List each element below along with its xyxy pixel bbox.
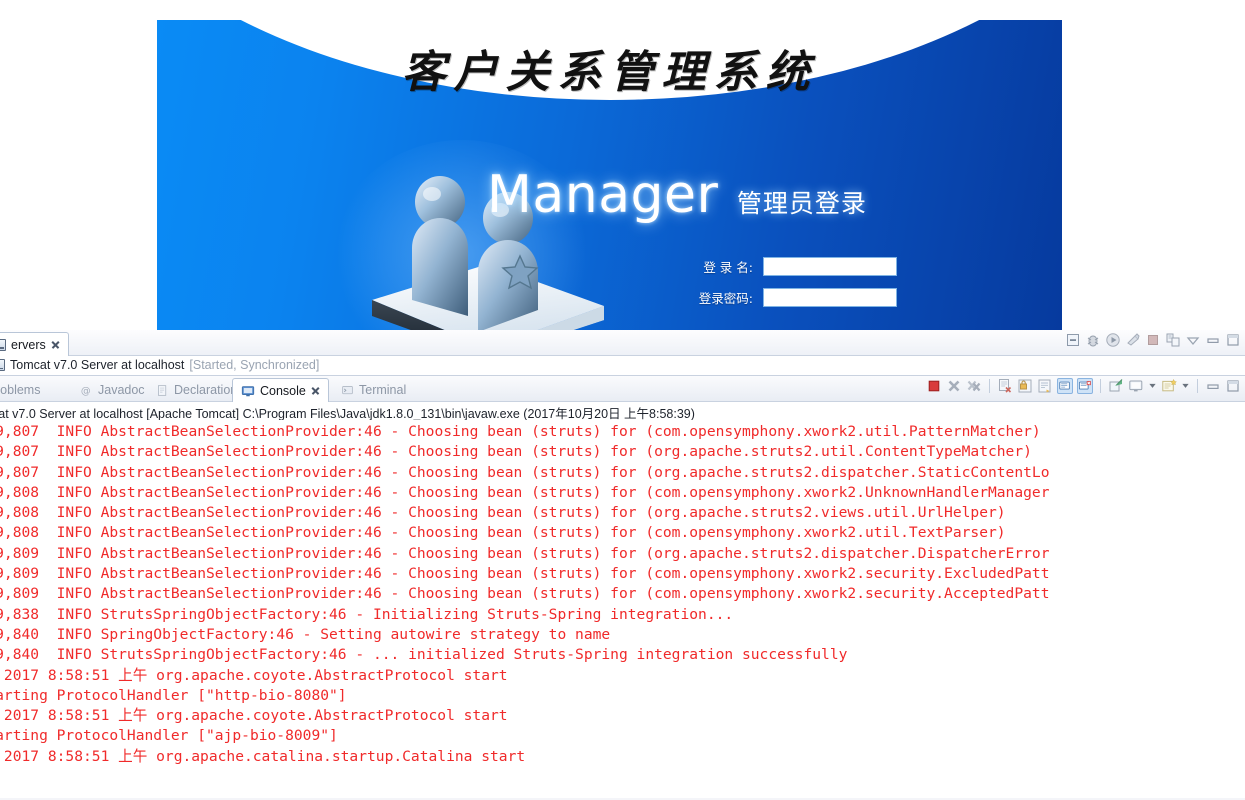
password-row: 登录密码: [677,288,897,307]
show-console-on-error-icon[interactable] [1077,378,1093,394]
brand-word: Manager [487,165,719,225]
console-launch-header: cat v7.0 Server at localhost [Apache Tom… [0,402,1245,420]
close-icon[interactable] [311,386,320,395]
brand-subtitle: 管理员登录 [736,189,867,218]
console-line: 58:49,840 INFO StrutsSpringObjectFactory… [0,646,848,664]
console-line: 58:49,809 INFO AbstractBeanSelectionProv… [0,565,1050,583]
svg-text:@: @ [81,385,91,396]
start-icon[interactable] [1105,332,1121,348]
password-label: 登录密码: [698,291,753,306]
scroll-lock-icon[interactable] [1017,378,1033,394]
page-title: 客户关系管理系统 [401,47,818,98]
console-line: 58:49,807 INFO AbstractBeanSelectionProv… [0,463,1050,481]
login-panel: 客户关系管理系统 Manager 管理员登录 登 录 名: 登录密码: [157,20,1062,330]
web-page-region: 客户关系管理系统 Manager 管理员登录 登 录 名: 登录密码: [0,0,1245,330]
console-line: 58:49,807 INFO AbstractBeanSelectionProv… [0,423,1041,440]
brand-block: Manager 管理员登录 [487,165,1062,225]
open-console-icon[interactable] [1161,378,1177,394]
maximize-icon[interactable] [1225,332,1241,348]
servers-icon [0,338,6,351]
clear-console-icon[interactable] [997,378,1013,394]
server-node-icon [0,359,5,371]
console-line: 58:49,807 INFO AbstractBeanSelectionProv… [0,443,1032,461]
console-toolbar [926,378,1241,394]
tab-terminal[interactable]: Terminal [333,378,414,402]
remove-launch-icon[interactable] [946,378,962,394]
tab-declaration[interactable]: Declaration [148,378,245,402]
tab-problems[interactable]: roblems [0,378,48,402]
collapse-all-icon[interactable] [1065,332,1081,348]
eclipse-ide: ervers Tomcat v7.0 Server at localhost [… [0,330,1245,800]
tab-console-label: Console [260,383,306,398]
server-tree-row[interactable]: Tomcat v7.0 Server at localhost [Started… [0,358,319,372]
toolbar-separator-3 [1197,379,1198,393]
tab-declaration-label: Declaration [174,383,238,397]
console-line: 58:49,808 INFO AbstractBeanSelectionProv… [0,524,1006,542]
pin-console-icon[interactable] [1108,378,1124,394]
display-selected-console-icon[interactable] [1128,378,1144,394]
console-line: : Starting ProtocolHandler ["http-bio-80… [0,686,347,704]
username-input[interactable] [763,257,897,276]
console-line: 58:49,809 INFO AbstractBeanSelectionProv… [0,544,1050,562]
declaration-icon [156,384,169,397]
tab-console[interactable]: Console [232,378,329,402]
show-console-on-output-icon[interactable] [1057,378,1073,394]
console-icon [241,384,255,398]
console-line: |20, 2017 8:58:51 上午 org.apache.catalina… [0,747,526,765]
close-icon[interactable] [51,340,60,349]
server-name: Tomcat v7.0 Server at localhost [10,358,185,372]
open-console-dropdown-icon[interactable] [1181,378,1190,394]
view-menu-icon[interactable] [1185,332,1201,348]
profile-icon[interactable] [1125,332,1141,348]
tab-problems-label: roblems [0,383,41,397]
console-tabrow: roblems @ Javadoc Declaration Console Te… [0,376,1245,402]
terminal-icon [341,384,354,397]
servers-tree[interactable]: Tomcat v7.0 Server at localhost [Started… [0,356,1245,376]
servers-toolbar [1065,332,1241,348]
stop-icon[interactable] [1145,332,1161,348]
debug-icon[interactable] [1085,332,1101,348]
tab-terminal-label: Terminal [359,383,407,397]
toolbar-separator [989,379,990,393]
tab-servers[interactable]: ervers [0,332,69,356]
minimize-icon[interactable] [1205,332,1221,348]
console-line: 58:49,838 INFO StrutsSpringObjectFactory… [0,605,734,623]
username-row: 登 录 名: [677,257,897,276]
word-wrap-icon[interactable] [1037,378,1053,394]
minimize-icon[interactable] [1205,378,1221,394]
console-line: : Starting ProtocolHandler ["ajp-bio-800… [0,727,338,745]
console-line: 58:49,808 INFO AbstractBeanSelectionProv… [0,483,1050,501]
console-line: 58:49,809 INFO AbstractBeanSelectionProv… [0,585,1050,603]
javadoc-icon: @ [80,384,93,397]
display-console-dropdown-icon[interactable] [1148,378,1157,394]
terminate-icon[interactable] [926,378,942,394]
tab-javadoc[interactable]: @ Javadoc [72,378,153,402]
console-launch-label: cat v7.0 Server at localhost [Apache Tom… [0,407,695,420]
toolbar-separator-2 [1100,379,1101,393]
server-state-label: [Started, Synchronized] [189,358,320,372]
password-input[interactable] [763,288,897,307]
console-line: 58:49,840 INFO SpringObjectFactory:46 - … [0,625,611,643]
console-line: 58:49,808 INFO AbstractBeanSelectionProv… [0,504,1006,522]
remove-all-terminated-icon[interactable] [966,378,982,394]
console-line: |20, 2017 8:58:51 上午 org.apache.coyote.A… [0,707,508,725]
publish-icon[interactable] [1165,332,1181,348]
username-label: 登 录 名: [703,260,753,275]
console-output[interactable]: 58:49,807 INFO AbstractBeanSelectionProv… [0,420,1245,798]
console-line: |20, 2017 8:58:51 上午 org.apache.coyote.A… [0,666,508,684]
tab-javadoc-label: Javadoc [98,383,145,397]
servers-tabrow: ervers [0,330,1245,356]
maximize-icon[interactable] [1225,378,1241,394]
tab-servers-label: ervers [11,337,46,352]
